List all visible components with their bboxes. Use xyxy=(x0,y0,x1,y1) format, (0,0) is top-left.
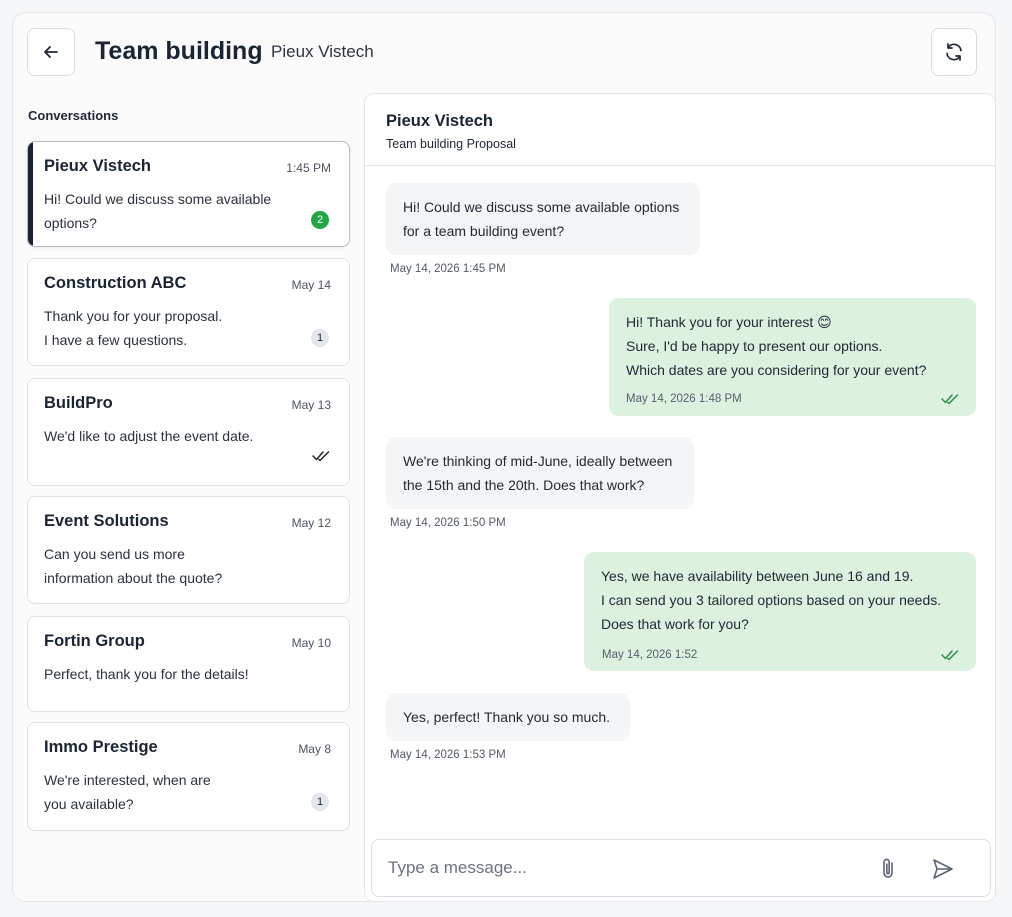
conversation-name: Event Solutions xyxy=(44,512,169,530)
message-line: Sure, I'd be happy to present our option… xyxy=(626,338,883,354)
message-timestamp: May 14, 2026 1:52 xyxy=(602,649,698,661)
message-timestamp: May 14, 2026 1:53 PM xyxy=(390,749,506,761)
conversation-date: May 8 xyxy=(298,742,331,756)
message-line: Does that work for you? xyxy=(601,616,749,632)
message-line: Which dates are you considering for your… xyxy=(626,362,927,378)
conversation-preview: We'd like to adjust the event date. xyxy=(44,428,254,444)
conversation-date: 1:45 PM xyxy=(286,161,331,175)
conversation-preview: Hi! Could we discuss some available opti… xyxy=(44,191,272,231)
double-check-icon xyxy=(312,451,330,462)
paperclip-icon[interactable] xyxy=(878,857,898,881)
conversation-name: Fortin Group xyxy=(44,632,145,650)
app-window: Team building Pieux Vistech Conversation… xyxy=(12,12,996,902)
message-timestamp: May 14, 2026 1:50 PM xyxy=(390,517,506,529)
unread-badge: 1 xyxy=(311,793,329,811)
chat-topic: Team building Proposal xyxy=(386,137,516,151)
message-timestamp: May 14, 2026 1:45 PM xyxy=(390,263,506,275)
back-button[interactable] xyxy=(27,28,75,76)
message-bubble-incoming: Yes, perfect! Thank you so much. xyxy=(386,693,630,741)
double-check-icon xyxy=(941,394,959,405)
message-line: I can send you 3 tailored options based … xyxy=(601,592,942,608)
refresh-icon xyxy=(946,43,962,61)
message-timestamp: May 14, 2026 1:48 PM xyxy=(626,393,742,405)
page-title: Team building xyxy=(95,37,263,65)
message-input[interactable] xyxy=(388,854,858,882)
conversation-date: May 12 xyxy=(291,516,331,530)
message-bubble-incoming: We're thinking of mid-June, ideally betw… xyxy=(386,437,694,509)
conversation-date: May 13 xyxy=(291,398,331,412)
conversation-item-event-solutions[interactable]: Event Solutions May 12 Can you send us m… xyxy=(27,496,350,604)
chat-contact-name: Pieux Vistech xyxy=(386,112,494,130)
send-icon[interactable] xyxy=(932,858,954,880)
double-check-icon xyxy=(941,650,959,661)
conversation-name: Construction ABC xyxy=(44,274,187,292)
conversation-item-fortin-group[interactable]: Fortin Group May 10 Perfect, thank you f… xyxy=(27,616,350,712)
conversation-name: BuildPro xyxy=(44,394,113,412)
message-line: Yes, we have availability between June 1… xyxy=(601,568,914,584)
conversation-preview: We're interested, when are you available… xyxy=(44,772,211,812)
conversation-name: Immo Prestige xyxy=(44,738,158,756)
conversation-item-pieux-vistech[interactable]: Pieux Vistech 1:45 PM Hi! Could we discu… xyxy=(27,141,350,247)
chat-header: Pieux Vistech Team building Proposal xyxy=(365,94,995,166)
chat-panel: Pieux Vistech Team building Proposal Hi!… xyxy=(364,93,996,902)
page-subtitle: Pieux Vistech xyxy=(271,42,374,61)
unread-badge: 1 xyxy=(311,329,329,347)
conversation-name: Pieux Vistech xyxy=(44,157,152,175)
conversation-preview: Can you send us more information about t… xyxy=(44,546,223,586)
arrow-left-icon xyxy=(44,46,58,58)
conversation-date: May 10 xyxy=(291,636,331,650)
message-line: Hi! Thank you for your interest 😊 xyxy=(626,314,832,330)
conversation-date: May 14 xyxy=(291,278,331,292)
message-bubble-incoming: Hi! Could we discuss some available opti… xyxy=(386,183,700,255)
message-composer xyxy=(371,839,991,897)
conversation-item-immo-prestige[interactable]: Immo Prestige May 8 We're interested, wh… xyxy=(27,722,350,831)
conversation-preview: Thank you for your proposal. I have a fe… xyxy=(44,308,223,348)
conversation-item-buildpro[interactable]: BuildPro May 13 We'd like to adjust the … xyxy=(27,378,350,486)
conversations-heading: Conversations xyxy=(28,108,119,123)
conversation-item-construction-abc[interactable]: Construction ABC May 14 Thank you for yo… xyxy=(27,258,350,366)
active-indicator xyxy=(28,142,33,246)
conversation-preview: Perfect, thank you for the details! xyxy=(44,666,249,682)
unread-badge: 2 xyxy=(311,211,329,229)
refresh-button[interactable] xyxy=(931,28,977,76)
